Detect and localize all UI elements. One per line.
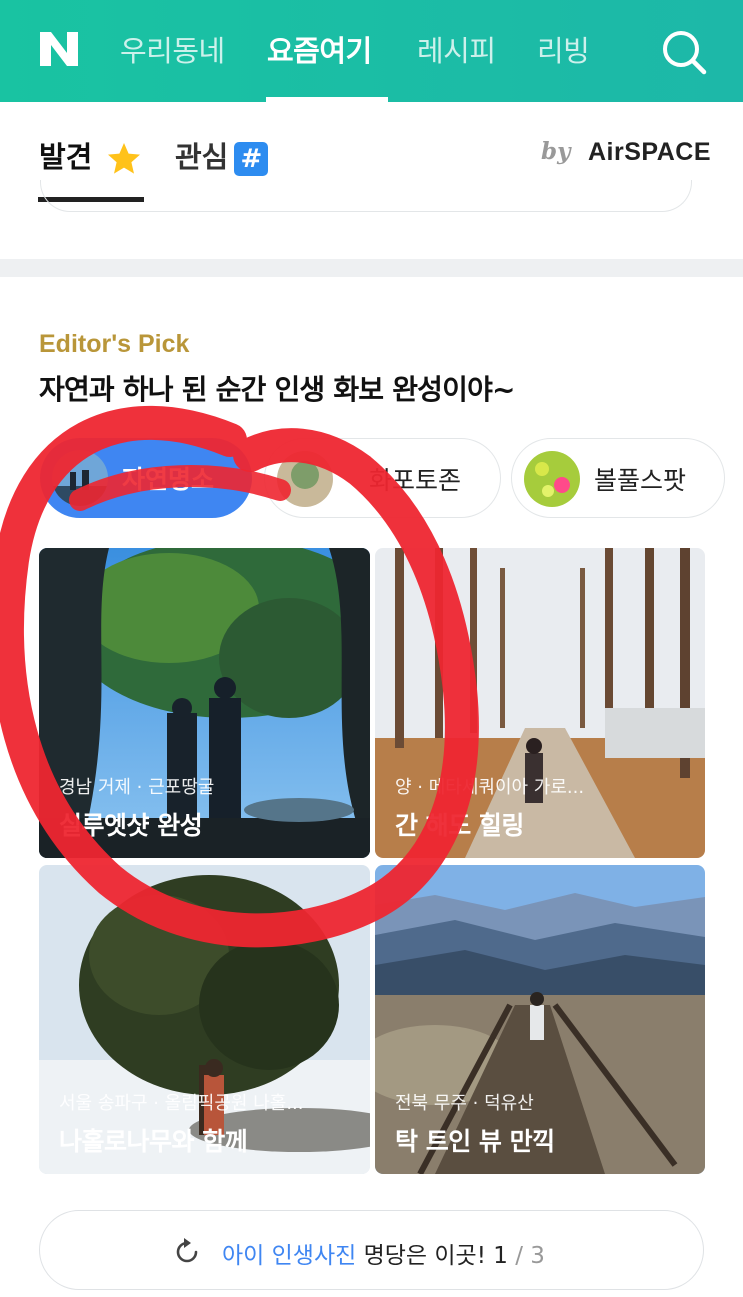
hashtag-icon: # [234, 142, 269, 176]
chip-ball-pool[interactable]: 볼풀스팟 [511, 438, 725, 518]
search-icon[interactable] [660, 28, 708, 76]
tab-interest[interactable]: 관심 # [175, 134, 269, 176]
card-title: 실루엣샷 완성 [59, 811, 203, 840]
pager-rest: 명당은 이곳! [356, 1243, 486, 1269]
tab-discover[interactable]: 발견 [39, 134, 142, 177]
pager-highlight: 아이 인생사진 [222, 1243, 357, 1269]
chip-label: 자연명소 [122, 465, 215, 494]
previous-section-edge [40, 180, 692, 212]
chip-label: 화포토존 [369, 466, 462, 495]
card-location: 전북 무주 · 덕유산 [395, 1093, 534, 1114]
by-label: by [541, 138, 571, 165]
chip-thumbnail [277, 451, 333, 507]
card-title: 간 해도 힐링 [395, 811, 524, 840]
photo-card[interactable]: 경남 거제 · 근포땅굴 실루엣샷 완성 [39, 548, 370, 858]
section-headline: 자연과 하나 된 순간 인생 화보 완성이야~ [39, 373, 516, 406]
card-location: 경남 거제 · 근포땅굴 [59, 777, 215, 798]
chip-photo-zone[interactable]: 화포토존 [264, 438, 501, 518]
photo-card[interactable]: 전북 무주 · 덕유산 탁 트인 뷰 만끽 [375, 865, 705, 1174]
pager-text: 아이 인생사진 명당은 이곳! 1 / 3 [222, 1236, 545, 1270]
pager-total: 3 [530, 1243, 545, 1269]
card-title: 탁 트인 뷰 만끽 [395, 1127, 555, 1156]
chip-nature-spot[interactable]: 자연명소 [40, 438, 252, 518]
airspace-brand[interactable]: AirSPACE [588, 138, 711, 167]
star-icon [108, 143, 141, 174]
card-location: 서울 송파구 · 올림픽공원 나홀... [59, 1093, 304, 1114]
card-location: 양 · 메타세쿼이아 가로... [395, 777, 585, 798]
tab-discover-label: 발견 [39, 140, 93, 174]
photo-card[interactable]: 서울 송파구 · 올림픽공원 나홀... 나홀로나무와 함께 [39, 865, 370, 1174]
chip-label: 볼풀스팟 [594, 466, 687, 495]
nav-tab-recipe[interactable]: 레시피 [417, 28, 496, 70]
chip-thumbnail [52, 450, 108, 506]
photo-card[interactable]: 양 · 메타세쿼이아 가로... 간 해도 힐링 [375, 548, 705, 858]
pager-current: 1 [493, 1243, 508, 1269]
tab-interest-label: 관심 [175, 140, 229, 174]
naver-logo-icon[interactable] [38, 30, 80, 68]
refresh-pager-button[interactable]: 아이 인생사진 명당은 이곳! 1 / 3 [39, 1210, 704, 1290]
top-nav-bar: 우리동네 요즘여기 레시피 리빙 [0, 0, 743, 102]
card-title: 나홀로나무와 함께 [59, 1127, 248, 1156]
refresh-icon [176, 1238, 198, 1263]
nav-tab-living[interactable]: 리빙 [537, 28, 590, 70]
chip-thumbnail [524, 451, 580, 507]
section-eyebrow: Editor's Pick [39, 330, 190, 358]
section-divider [0, 259, 743, 277]
pager-separator: / [515, 1243, 523, 1269]
nav-tab-trending[interactable]: 요즘여기 [267, 28, 372, 70]
nav-tab-neighborhood[interactable]: 우리동네 [120, 28, 225, 70]
